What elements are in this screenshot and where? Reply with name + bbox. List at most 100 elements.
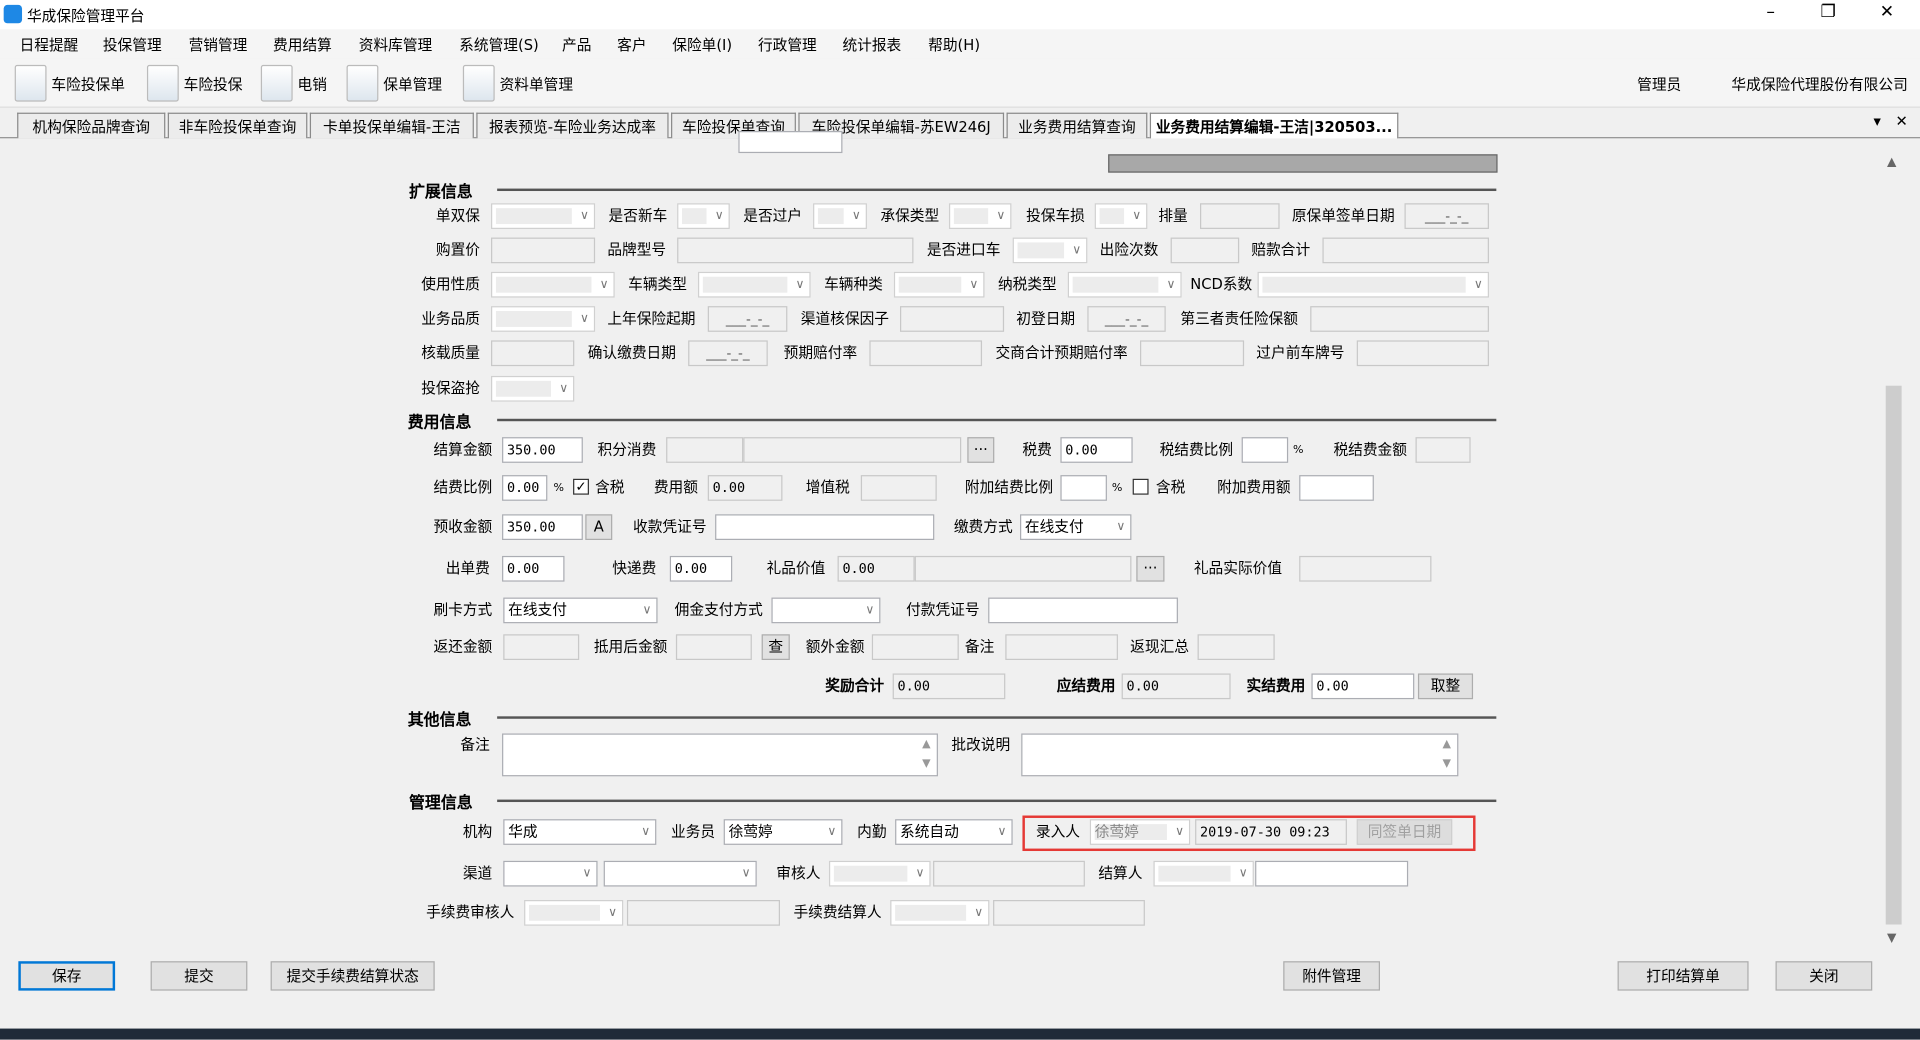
menu-item[interactable]: 费用结算: [273, 34, 332, 55]
gift-value-input[interactable]: 0.00: [837, 555, 915, 582]
usage-select[interactable]: ∨: [491, 271, 615, 298]
tab[interactable]: 业务费用结算查询: [1006, 112, 1148, 139]
extra-amount-input[interactable]: [871, 634, 959, 661]
fee-settler-input[interactable]: [993, 900, 1145, 926]
tab[interactable]: 非车险投保单查询: [167, 112, 308, 139]
settler-input[interactable]: [1255, 860, 1409, 887]
tab-list-dropdown-icon[interactable]: ▾: [1873, 113, 1880, 130]
issue-fee-input[interactable]: 0.00: [502, 555, 565, 582]
toolbar-button[interactable]: 车险投保: [146, 64, 242, 103]
gift-more-button[interactable]: ···: [1136, 555, 1165, 582]
org-select[interactable]: 华成 ∨: [503, 819, 657, 845]
tab[interactable]: 机构保险品牌查询: [17, 112, 166, 139]
ncd-select[interactable]: ∨: [1257, 271, 1489, 298]
a-button[interactable]: A: [585, 514, 613, 541]
scrollbar-thumb[interactable]: [1885, 385, 1902, 925]
tab[interactable]: 业务费用结算编辑-王洁|320503...: [1149, 112, 1399, 140]
vehicle-damage-select[interactable]: ∨: [1094, 203, 1148, 229]
new-car-select[interactable]: ∨: [677, 203, 730, 229]
channel-detail-select[interactable]: ∨: [603, 860, 757, 887]
menu-item[interactable]: 帮助(H): [928, 34, 980, 55]
reward-total-input[interactable]: 0.00: [892, 673, 1006, 700]
imported-select[interactable]: ∨: [1012, 237, 1088, 264]
prepaid-amount-input[interactable]: 350.00: [502, 514, 583, 541]
round-button[interactable]: 取整: [1417, 673, 1474, 700]
payment-confirm-date[interactable]: ___-_-_: [688, 340, 768, 367]
points-detail-input[interactable]: [743, 437, 962, 463]
settle-amount-input[interactable]: 350.00: [502, 437, 583, 463]
tab[interactable]: 报表预览-车险业务达成率: [476, 112, 669, 139]
entry-time-input[interactable]: 2019-07-30 09:23: [1195, 819, 1347, 845]
commission-method-select[interactable]: ∨: [771, 597, 881, 624]
payment-voucher-input[interactable]: [988, 597, 1178, 624]
amendment-textarea[interactable]: ▲ ▼: [1021, 733, 1459, 777]
business-quality-select[interactable]: ∨: [491, 306, 596, 332]
textarea-scrollbar[interactable]: ▲ ▼: [1436, 735, 1457, 775]
vat-input[interactable]: [860, 475, 937, 501]
displacement-input[interactable]: [1200, 203, 1280, 229]
close-window-button[interactable]: ✕: [1875, 2, 1899, 22]
menu-item[interactable]: 投保管理: [103, 34, 162, 55]
fee-amount-input[interactable]: 0.00: [707, 475, 783, 501]
menu-item[interactable]: 行政管理: [758, 34, 817, 55]
refund-amount-input[interactable]: [503, 634, 580, 661]
points-input[interactable]: [666, 437, 744, 463]
expected-loss-ratio-input[interactable]: [869, 340, 983, 367]
toolbar-button[interactable]: 资料单管理: [462, 64, 573, 103]
submit-button[interactable]: 提交: [150, 961, 248, 991]
theft-select[interactable]: ∨: [491, 375, 575, 402]
entered-by-select[interactable]: 徐莺婷 ∨: [1089, 819, 1191, 845]
attachments-button[interactable]: 附件管理: [1283, 961, 1381, 991]
fee-reviewer-input[interactable]: [626, 900, 781, 926]
reviewer-input[interactable]: [933, 860, 1085, 887]
textarea-scrollbar[interactable]: ▲ ▼: [916, 735, 937, 775]
close-tab-icon[interactable]: ✕: [1896, 113, 1908, 130]
partial-input[interactable]: [738, 131, 843, 154]
menu-item[interactable]: 营销管理: [189, 34, 248, 55]
menu-item[interactable]: 资料库管理: [359, 34, 432, 55]
close-button[interactable]: 关闭: [1775, 961, 1873, 991]
print-statement-button[interactable]: 打印结算单: [1617, 961, 1749, 991]
transfer-select[interactable]: ∨: [813, 203, 867, 229]
purchase-price-input[interactable]: [491, 237, 596, 264]
minimize-button[interactable]: –: [1758, 2, 1782, 22]
menu-item[interactable]: 保险单(I): [672, 34, 732, 55]
scroll-down-icon[interactable]: ▼: [1887, 932, 1896, 945]
gift-actual-value-input[interactable]: [1299, 555, 1432, 582]
tax-input[interactable]: 0.00: [1060, 437, 1133, 463]
extra-fee-ratio-input[interactable]: [1060, 475, 1107, 501]
cashback-total-input[interactable]: [1197, 634, 1275, 661]
save-button[interactable]: 保存: [18, 961, 116, 991]
courier-fee-input[interactable]: 0.00: [669, 555, 733, 582]
vehicle-kind-select[interactable]: ∨: [893, 271, 985, 298]
extra-fee-amount-input[interactable]: [1299, 475, 1374, 501]
coverage-type-select[interactable]: ∨: [948, 203, 1012, 229]
vehicle-type-select[interactable]: ∨: [697, 271, 811, 298]
clerk-select[interactable]: 系统自动 ∨: [895, 819, 1013, 845]
original-sign-date[interactable]: ___-_-_: [1404, 203, 1489, 229]
third-party-amount-input[interactable]: [1310, 306, 1489, 332]
tax-included-checkbox[interactable]: ✓: [573, 478, 589, 495]
fee-ratio-input[interactable]: 0.00: [502, 475, 548, 501]
menu-item[interactable]: 日程提醒: [20, 34, 79, 55]
tax-fee-amount-input[interactable]: [1415, 437, 1471, 463]
settler-select[interactable]: ∨: [1153, 860, 1254, 887]
single-double-select[interactable]: ∨: [491, 203, 596, 229]
load-capacity-input[interactable]: [491, 340, 575, 367]
restore-button[interactable]: ❐: [1816, 2, 1840, 22]
fee-settler-select[interactable]: ∨: [890, 900, 990, 926]
fee-remark-input[interactable]: [1005, 634, 1118, 661]
last-year-start-date[interactable]: ___-_-_: [707, 306, 788, 332]
remark-textarea[interactable]: ▲ ▼: [502, 733, 938, 777]
first-register-date[interactable]: ___-_-_: [1087, 306, 1166, 332]
card-method-select[interactable]: 在线支付 ∨: [503, 597, 658, 624]
payment-method-select[interactable]: 在线支付 ∨: [1020, 514, 1132, 541]
tax-type-select[interactable]: ∨: [1067, 271, 1182, 298]
claims-count-input[interactable]: [1170, 237, 1240, 264]
points-more-button[interactable]: ···: [967, 437, 995, 463]
previous-plate-input[interactable]: [1356, 340, 1489, 367]
actual-fee-input[interactable]: 0.00: [1311, 673, 1415, 700]
menu-item[interactable]: 统计报表: [842, 34, 901, 55]
claims-total-input[interactable]: [1322, 237, 1489, 264]
after-offset-amount-input[interactable]: [675, 634, 752, 661]
